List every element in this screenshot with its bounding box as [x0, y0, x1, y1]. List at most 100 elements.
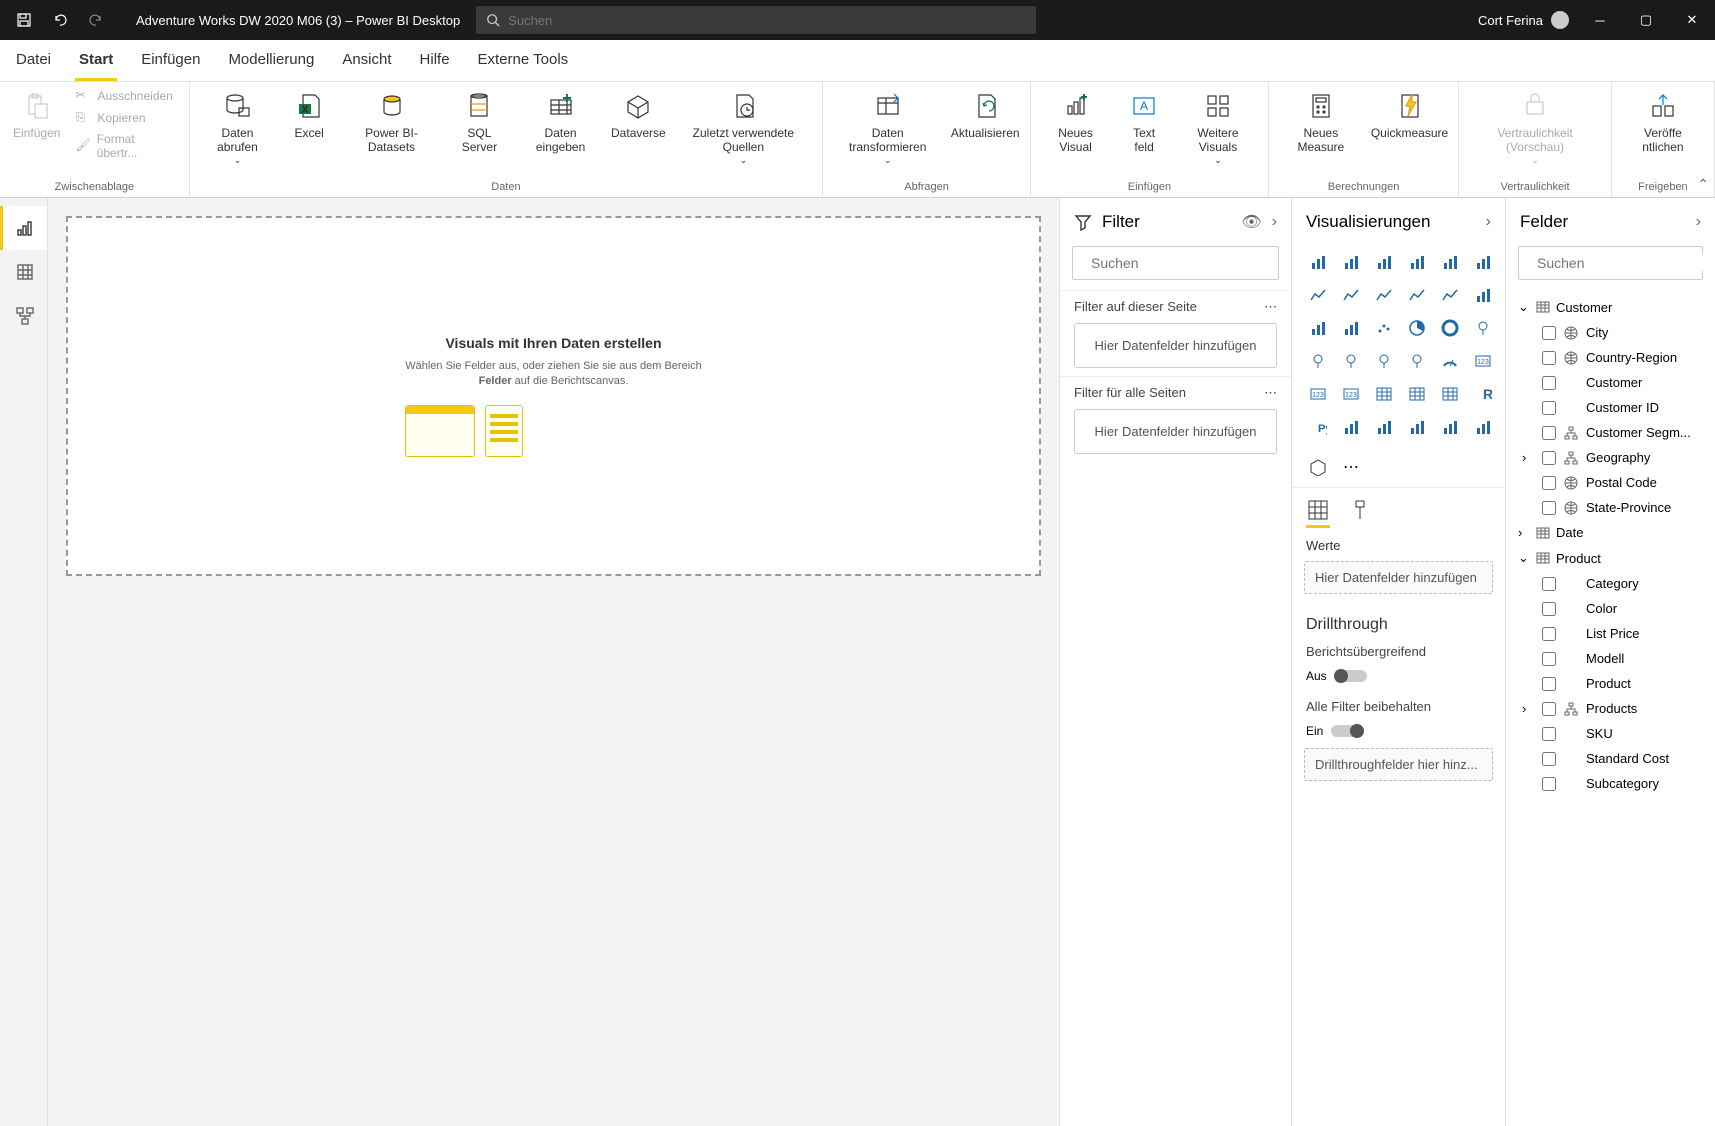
- collapse-filter-button[interactable]: ›: [1272, 213, 1277, 231]
- filter-this-page-dropzone[interactable]: Hier Datenfelder hinzufügen: [1074, 323, 1277, 368]
- refresh-button[interactable]: Aktualisieren: [948, 86, 1022, 144]
- tab-ansicht[interactable]: Ansicht: [338, 41, 395, 81]
- smart-narrative-visual-button[interactable]: [1436, 413, 1464, 441]
- area-visual-button[interactable]: [1337, 281, 1365, 309]
- filter-all-pages-dropzone[interactable]: Hier Datenfelder hinzufügen: [1074, 409, 1277, 454]
- custom-visual-icon[interactable]: [1304, 453, 1332, 481]
- clustered-bar-visual-button[interactable]: [1337, 248, 1365, 276]
- field-country-region[interactable]: Country-Region: [1514, 345, 1715, 370]
- multi-card-visual-button[interactable]: 123: [1304, 380, 1332, 408]
- field-list-price[interactable]: List Price: [1514, 621, 1715, 646]
- values-dropzone[interactable]: Hier Datenfelder hinzufügen: [1304, 561, 1493, 594]
- tab-einfuegen[interactable]: Einfügen: [137, 41, 204, 81]
- more-icon[interactable]: ⋯: [1264, 385, 1277, 401]
- enter-data-button[interactable]: Daten eingeben: [517, 86, 604, 159]
- maximize-button[interactable]: ▢: [1623, 0, 1669, 40]
- qa-visual-button[interactable]: [1403, 413, 1431, 441]
- more-visuals-button[interactable]: Weitere Visuals⌄: [1176, 86, 1260, 170]
- fields-search-input[interactable]: [1537, 255, 1715, 271]
- waterfall-visual-button[interactable]: [1337, 314, 1365, 342]
- tab-externe-tools[interactable]: Externe Tools: [474, 41, 573, 81]
- field-city[interactable]: City: [1514, 320, 1715, 345]
- stacked-area-visual-button[interactable]: [1370, 281, 1398, 309]
- table-product[interactable]: ⌄Product: [1514, 545, 1715, 571]
- field-standard-cost[interactable]: Standard Cost: [1514, 746, 1715, 771]
- tab-start[interactable]: Start: [75, 41, 117, 81]
- field-color[interactable]: Color: [1514, 596, 1715, 621]
- filled-map-visual-button[interactable]: [1337, 347, 1365, 375]
- transform-data-button[interactable]: Daten transformieren⌄: [831, 86, 944, 170]
- cross-report-toggle[interactable]: Aus: [1292, 665, 1505, 693]
- collapse-ribbon-button[interactable]: ⌃: [1697, 176, 1709, 193]
- donut-visual-button[interactable]: [1436, 314, 1464, 342]
- field-sku[interactable]: SKU: [1514, 721, 1715, 746]
- table-date[interactable]: ›Date: [1514, 520, 1715, 545]
- fields-tab-button[interactable]: [1306, 498, 1330, 528]
- kpi-visual-button[interactable]: 123: [1337, 380, 1365, 408]
- line-visual-button[interactable]: [1304, 281, 1332, 309]
- paginated-visual-button[interactable]: [1469, 413, 1497, 441]
- field-product[interactable]: Product: [1514, 671, 1715, 696]
- report-canvas[interactable]: Visuals mit Ihren Daten erstellen Wählen…: [48, 198, 1059, 1126]
- publish-button[interactable]: Veröffe ntlichen: [1620, 86, 1706, 159]
- table-visual-button[interactable]: [1403, 380, 1431, 408]
- more-options-icon[interactable]: ⋯: [1337, 453, 1365, 481]
- ribbon-visual-button[interactable]: [1469, 281, 1497, 309]
- tab-hilfe[interactable]: Hilfe: [416, 41, 454, 81]
- quick-measure-button[interactable]: Quickmeasure: [1369, 86, 1450, 144]
- line-column-visual-button[interactable]: [1403, 281, 1431, 309]
- format-tab-button[interactable]: [1348, 498, 1372, 528]
- get-data-button[interactable]: Daten abrufen⌄: [198, 86, 277, 170]
- filter-search[interactable]: [1072, 246, 1279, 280]
- pie-visual-button[interactable]: [1403, 314, 1431, 342]
- azure-map-visual-button[interactable]: [1403, 347, 1431, 375]
- tab-datei[interactable]: Datei: [12, 41, 55, 81]
- field-customer-segm-[interactable]: Customer Segm...: [1514, 420, 1715, 445]
- eye-icon[interactable]: 👁: [1241, 212, 1261, 232]
- stacked-100-column-visual-button[interactable]: [1469, 248, 1497, 276]
- excel-button[interactable]: XExcel: [281, 86, 337, 144]
- column-small-visual-button[interactable]: [1304, 314, 1332, 342]
- matrix-visual-button[interactable]: [1436, 380, 1464, 408]
- undo-icon[interactable]: [44, 4, 76, 36]
- new-visual-button[interactable]: Neues Visual: [1039, 86, 1112, 159]
- save-icon[interactable]: [8, 4, 40, 36]
- treemap-visual-button[interactable]: [1469, 314, 1497, 342]
- field-products[interactable]: ›Products: [1514, 696, 1715, 721]
- slicer-visual-button[interactable]: [1370, 380, 1398, 408]
- new-measure-button[interactable]: Neues Measure: [1277, 86, 1365, 159]
- scatter-visual-button[interactable]: [1370, 314, 1398, 342]
- map-visual-button[interactable]: [1304, 347, 1332, 375]
- field-modell[interactable]: Modell: [1514, 646, 1715, 671]
- key-influencers-visual-button[interactable]: [1337, 413, 1365, 441]
- py-visual-visual-button[interactable]: Py: [1304, 413, 1332, 441]
- field-postal-code[interactable]: Postal Code: [1514, 470, 1715, 495]
- sql-server-button[interactable]: SQL Server: [446, 86, 513, 159]
- line-column2-visual-button[interactable]: [1436, 281, 1464, 309]
- minimize-button[interactable]: ─: [1577, 0, 1623, 40]
- field-customer-id[interactable]: Customer ID: [1514, 395, 1715, 420]
- report-view-button[interactable]: [0, 206, 47, 250]
- more-icon[interactable]: ⋯: [1264, 299, 1277, 315]
- field-subcategory[interactable]: Subcategory: [1514, 771, 1715, 796]
- dataverse-button[interactable]: Dataverse: [608, 86, 668, 144]
- stacked-column-visual-button[interactable]: [1436, 248, 1464, 276]
- model-view-button[interactable]: [0, 294, 47, 338]
- field-geography[interactable]: ›Geography: [1514, 445, 1715, 470]
- redo-icon[interactable]: [80, 4, 112, 36]
- global-search[interactable]: [476, 6, 1036, 34]
- drillthrough-dropzone[interactable]: Drillthroughfelder hier hinz...: [1304, 748, 1493, 781]
- card-visual-button[interactable]: 123: [1469, 347, 1497, 375]
- field-category[interactable]: Category: [1514, 571, 1715, 596]
- gauge-visual-button[interactable]: [1436, 347, 1464, 375]
- canvas-dropzone[interactable]: Visuals mit Ihren Daten erstellen Wählen…: [66, 216, 1041, 576]
- keep-filters-toggle[interactable]: Ein: [1292, 720, 1505, 748]
- shape-map-visual-button[interactable]: [1370, 347, 1398, 375]
- pbi-datasets-button[interactable]: Power BI-Datasets: [341, 86, 442, 159]
- decomp-visual-button[interactable]: [1370, 413, 1398, 441]
- global-search-input[interactable]: [508, 13, 1026, 28]
- textbox-button[interactable]: AText feld: [1116, 86, 1172, 159]
- collapse-fields-button[interactable]: ›: [1696, 213, 1701, 231]
- table-customer[interactable]: ⌄Customer: [1514, 294, 1715, 320]
- collapse-viz-button[interactable]: ›: [1486, 213, 1491, 231]
